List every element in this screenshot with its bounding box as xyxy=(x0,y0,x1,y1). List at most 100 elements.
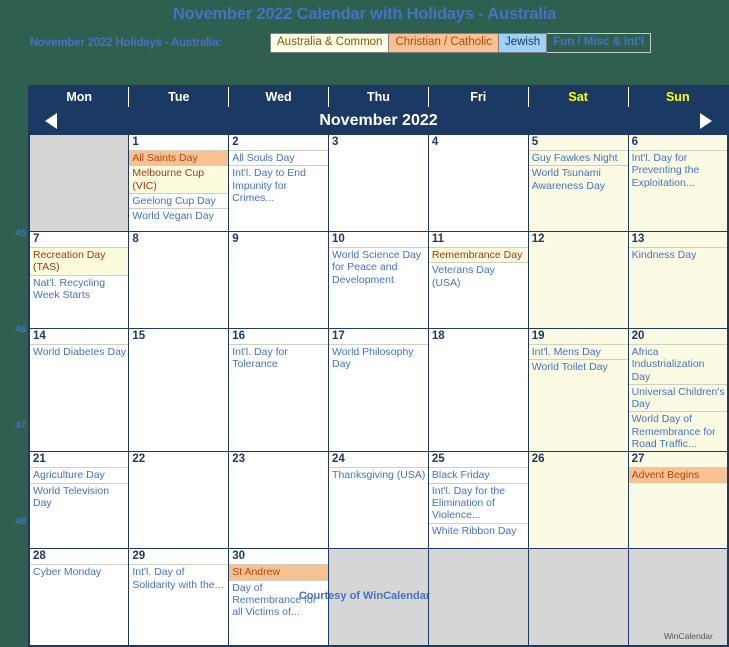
calendar-cell-day-18[interactable]: 18 xyxy=(427,327,529,453)
calendar-cell-day-6[interactable]: 6 Int'l. Day for Preventing the Exploitat… xyxy=(627,134,729,232)
day-number: 28 xyxy=(33,550,46,563)
calendar-event[interactable]: Int'l. Day for Preventing the Exploitati… xyxy=(628,150,727,190)
calendar-event[interactable]: Remembrance Day xyxy=(428,247,528,263)
chevron-left-icon xyxy=(45,112,57,129)
calendar-cell-day-17[interactable]: 17 World Philosophy Day xyxy=(328,327,429,453)
calendar-event[interactable]: Int'l. Day of Solidarity with the... xyxy=(129,564,229,592)
footer-brand[interactable]: WinCalendar xyxy=(363,590,430,602)
page-title: November 2022 Calendar with Holidays - A… xyxy=(172,5,557,23)
calendar-cell-day-16[interactable]: 16 Int'l. Day for Tolerance xyxy=(228,327,330,453)
calendar-event[interactable]: Geelong Cup Day xyxy=(129,192,229,208)
day-header-tue: Tue xyxy=(128,86,230,107)
calendar-cell-day-13[interactable]: 13 Kindness Day xyxy=(627,231,729,329)
calendar-event[interactable]: World Science Day for Peace and Developm… xyxy=(329,247,428,287)
week-number: 47 xyxy=(15,420,26,431)
previous-month-button[interactable] xyxy=(36,107,66,134)
calendar-event[interactable]: Africa Industrialization Day xyxy=(628,344,727,384)
day-header-mon: Mon xyxy=(29,86,130,107)
calendar-event[interactable]: Kindness Day xyxy=(628,247,727,262)
calendar-cell-day-8[interactable]: 8 xyxy=(128,231,230,329)
calendar-cell-day-1[interactable]: 1 All Saints Day Melbourne Cup (VIC) Geelon… xyxy=(128,134,230,232)
legend-chip-australia-common[interactable]: Australia & Common xyxy=(270,33,390,53)
calendar-cell-day-24[interactable]: 24 Thanksgiving (USA) xyxy=(328,451,429,550)
calendar-title-bar: November 2022 xyxy=(29,107,728,135)
calendar-event[interactable]: Universal Children's Day xyxy=(628,383,727,412)
month-title: November 2022 xyxy=(319,112,438,129)
calendar-event[interactable]: Int'l. Day for the Elimination of Violen… xyxy=(428,482,528,523)
calendar-cell-day-2[interactable]: 2 All Souls Day Int'l. Day to End Impunity… xyxy=(228,134,330,232)
calendar-cell-day-10[interactable]: 10 World Science Day for Peace and Develo… xyxy=(328,231,429,329)
day-number: 16 xyxy=(232,330,245,342)
day-number: 14 xyxy=(33,330,46,342)
week-number: 46 xyxy=(15,324,26,335)
legend-chip-christian-catholic[interactable]: Christian / Catholic xyxy=(389,33,499,53)
day-header-fri: Fri xyxy=(428,86,529,107)
legend-chip-jewish[interactable]: Jewish xyxy=(498,33,548,53)
footer: Courtesy of WinCalendar xyxy=(0,590,729,602)
calendar-event[interactable]: Cyber Monday xyxy=(30,564,129,579)
day-number: 20 xyxy=(631,330,645,342)
calendar-event[interactable]: White Ribbon Day xyxy=(428,522,528,538)
calendar-cell-day-3[interactable]: 3 xyxy=(328,134,429,232)
calendar-cell-day-26[interactable]: 26 xyxy=(527,451,629,550)
calendar-event[interactable]: Nat'l. Recycling Week Starts xyxy=(30,274,129,303)
calendar-container: 45 46 47 48 November 2022 Mon Tue Wed Th… xyxy=(15,85,729,647)
calendar-event[interactable]: St Andrew xyxy=(229,564,329,580)
calendar-event[interactable]: World Diabetes Day xyxy=(30,344,129,359)
day-number: 7 xyxy=(33,233,40,245)
calendar-event[interactable]: Recreation Day (TAS) xyxy=(30,247,129,275)
week-number-column: 45 46 47 48 xyxy=(8,132,28,612)
calendar-cell-day-9[interactable]: 9 xyxy=(228,231,330,329)
calendar-event[interactable]: Int'l. Day to End Impunity for Crimes... xyxy=(229,165,329,205)
calendar-week-row: 7 Recreation Day (TAS) Nat'l. Recycling We… xyxy=(28,231,729,329)
calendar-event[interactable]: Thanksgiving (USA) xyxy=(329,467,428,482)
calendar-cell-day-25[interactable]: 25 Black Friday Int'l. Day for the Elimina… xyxy=(427,451,529,550)
calendar-event[interactable]: Veterans Day (USA) xyxy=(428,262,528,290)
day-header-sat: Sat xyxy=(528,86,629,107)
calendar-cell-day-20[interactable]: 20 Africa Industrialization Day Universal … xyxy=(627,327,729,453)
next-month-button[interactable] xyxy=(691,107,721,134)
calendar-week-row: 21 Agriculture Day World Television Day 22 2… xyxy=(28,451,729,550)
day-number: 11 xyxy=(431,233,445,245)
calendar-cell-day-19[interactable]: 19 Int'l. Mens Day World Toilet Day xyxy=(527,327,629,453)
calendar-cell-empty xyxy=(28,134,130,232)
calendar-cell-day-11[interactable]: 11 Remembrance Day Veterans Day (USA) xyxy=(427,231,529,329)
calendar-event[interactable]: World Vegan Day xyxy=(129,208,229,223)
calendar-event[interactable]: Advent Begins xyxy=(628,467,727,483)
calendar-event[interactable]: Melbourne Cup (VIC) xyxy=(129,165,229,193)
calendar-cell-day-12[interactable]: 12 xyxy=(527,231,629,329)
calendar-cell-day-22[interactable]: 22 xyxy=(128,451,230,550)
calendar-event[interactable]: Guy Fawkes Night xyxy=(528,150,628,165)
day-number: 27 xyxy=(631,453,645,466)
calendar-event[interactable]: Agriculture Day xyxy=(30,467,129,482)
calendar-event[interactable]: Int'l. Day for Tolerance xyxy=(229,344,329,372)
day-number: 24 xyxy=(332,453,345,466)
calendar-cell-day-4[interactable]: 4 xyxy=(427,134,529,232)
legend-chip-fun-misc-intl[interactable]: Fun / Misc & Int'l xyxy=(547,33,652,53)
day-number: 15 xyxy=(132,330,146,342)
calendar-event[interactable]: World Tsunami Awareness Day xyxy=(528,165,628,193)
calendar-event[interactable]: World Philosophy Day xyxy=(329,344,428,372)
calendar-cell-day-15[interactable]: 15 xyxy=(128,327,230,453)
calendar-cell-day-23[interactable]: 23 xyxy=(228,451,330,550)
calendar-cell-day-7[interactable]: 7 Recreation Day (TAS) Nat'l. Recycling We… xyxy=(28,231,130,329)
calendar-event[interactable]: All Saints Day xyxy=(129,150,229,166)
calendar-event[interactable]: Int'l. Mens Day xyxy=(528,344,628,359)
calendar-cell-day-5[interactable]: 5 Guy Fawkes Night World Tsunami Awareness… xyxy=(527,134,629,232)
calendar-cell-day-14[interactable]: 14 World Diabetes Day xyxy=(28,327,130,453)
calendar-event[interactable]: Black Friday xyxy=(428,467,528,482)
calendar-cell-day-21[interactable]: 21 Agriculture Day World Television Day xyxy=(28,451,130,550)
week-number: 45 xyxy=(15,228,26,239)
day-number: 25 xyxy=(431,453,445,466)
calendar-event[interactable]: World Day of Remembrance for Road Traffi… xyxy=(628,411,727,451)
day-number: 2 xyxy=(232,136,239,148)
calendar-event[interactable]: World Television Day xyxy=(30,482,129,511)
calendar-cell-day-27[interactable]: 27 Advent Begins xyxy=(627,451,729,550)
day-number: 23 xyxy=(232,453,245,466)
calendar-event[interactable]: All Souls Day xyxy=(229,150,329,165)
day-number: 1 xyxy=(132,136,139,148)
footer-prefix: Courtesy of xyxy=(298,590,364,602)
calendar-event[interactable]: World Toilet Day xyxy=(528,359,628,374)
day-number: 13 xyxy=(631,233,645,245)
day-number: 21 xyxy=(33,453,46,466)
